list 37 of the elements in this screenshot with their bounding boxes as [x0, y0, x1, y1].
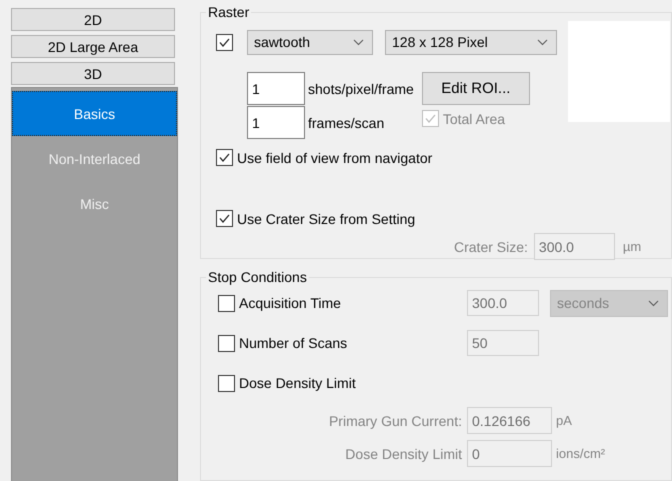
mode-button[interactable]: 3D [11, 62, 175, 85]
checkbox[interactable] [216, 34, 233, 50]
caret-icon [537, 38, 548, 46]
side-tab[interactable]: Non-Interlaced [12, 136, 177, 181]
checkbox-label: Dose Density Limit [239, 375, 357, 391]
check-icon [424, 112, 437, 125]
dropdown[interactable]: 128 x 128 Pixel [385, 30, 557, 54]
side-tab[interactable]: Misc [12, 181, 177, 226]
caret-icon [353, 38, 364, 46]
mode-button[interactable]: 2D Large Area [11, 35, 175, 58]
checkbox-label: Use field of view from navigator [237, 150, 432, 166]
input-field[interactable]: 1 [247, 106, 305, 139]
field-label: Primary Gun Current: [328, 412, 462, 428]
side-tab[interactable]: Basics [12, 91, 177, 136]
field-label: frames/scan [308, 114, 384, 130]
dropdown[interactable]: sawtooth [247, 30, 373, 54]
unit-label: µm [622, 239, 642, 254]
checkbox-label: Acquisition Time [239, 295, 342, 311]
check-icon [218, 151, 231, 164]
field-label: shots/pixel/frame [308, 80, 414, 96]
checkbox[interactable] [218, 374, 235, 392]
input-field[interactable]: 1 [247, 72, 305, 105]
checkbox-label: Total Area [442, 110, 506, 126]
mode-button[interactable]: 2D [11, 8, 175, 31]
edit-roi-button[interactable]: Edit ROI... [422, 72, 530, 105]
checkbox-label: Use Crater Size from Setting [237, 210, 416, 226]
unit-label: pA [556, 413, 572, 428]
unit-label: ions/cm² [556, 446, 606, 461]
caret-icon [648, 300, 659, 306]
checkbox[interactable] [216, 149, 233, 166]
checkbox-label: Number of Scans [239, 335, 348, 351]
field-label: Crater Size: [454, 238, 528, 254]
field-label: Dose Density Limit [344, 446, 462, 462]
group-title: Raster [207, 4, 250, 20]
check-icon [218, 212, 231, 225]
group-title: Stop Conditions [207, 269, 308, 285]
checkbox[interactable] [216, 210, 233, 227]
